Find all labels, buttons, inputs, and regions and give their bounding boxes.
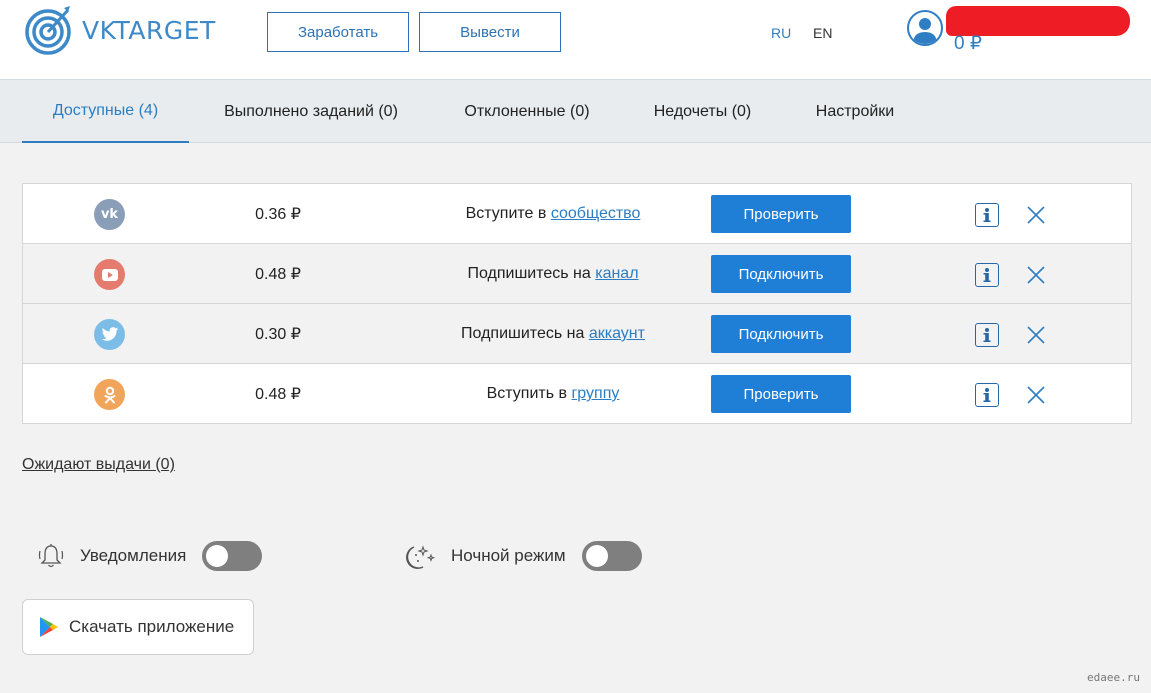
check-button[interactable]: Проверить	[711, 195, 851, 233]
tab-completed[interactable]: Выполнено заданий (0)	[205, 80, 417, 143]
header: VKTARGET Заработать Вывести RU EN 0 ₽	[0, 0, 1151, 80]
night-mode-label: Ночной режим	[451, 546, 566, 565]
tabs-bar: Доступные (4) Выполнено заданий (0) Откл…	[0, 80, 1151, 143]
lang-ru-link[interactable]: RU	[771, 25, 791, 41]
info-icon[interactable]	[975, 323, 999, 347]
notifications-toggle[interactable]	[202, 541, 263, 571]
info-icon[interactable]	[975, 263, 999, 287]
watermark: edaee.ru	[1087, 671, 1140, 684]
task-text: Подпишитесь на	[467, 265, 596, 282]
earn-button[interactable]: Заработать	[267, 12, 409, 52]
tab-settings[interactable]: Настройки	[798, 80, 912, 143]
task-link[interactable]: группу	[571, 385, 619, 403]
task-description: Подпишитесь на канал	[393, 244, 713, 304]
task-link[interactable]: канал	[595, 265, 638, 283]
task-text: Вступить в	[486, 385, 572, 402]
close-icon[interactable]	[1026, 385, 1046, 405]
task-row: 0.48 ₽ Подпишитесь на канал Подключить	[23, 244, 1131, 304]
notifications-setting: Уведомления	[36, 540, 263, 572]
close-icon[interactable]	[1026, 325, 1046, 345]
tab-defects[interactable]: Недочеты (0)	[637, 80, 768, 143]
youtube-icon	[94, 259, 125, 290]
task-link[interactable]: сообщество	[551, 205, 641, 223]
tab-rejected[interactable]: Отклоненные (0)	[447, 80, 607, 143]
task-text: Подпишитесь на	[461, 325, 589, 342]
download-app-label: Скачать приложение	[69, 617, 235, 636]
lang-en-link[interactable]: EN	[813, 25, 832, 41]
google-play-icon	[40, 617, 58, 637]
connect-button[interactable]: Подключить	[711, 315, 851, 353]
tasks-table: vk 0.36 ₽ Вступите в сообщество Проверит…	[22, 183, 1132, 424]
twitter-icon	[94, 319, 125, 350]
download-app-button[interactable]: Скачать приложение	[22, 599, 254, 655]
task-description: Вступить в группу	[393, 364, 713, 424]
close-icon[interactable]	[1026, 205, 1046, 225]
withdraw-button[interactable]: Вывести	[419, 12, 561, 52]
logo-text: VKTARGET	[82, 15, 216, 45]
balance-amount: 0 ₽	[954, 33, 982, 54]
connect-button[interactable]: Подключить	[711, 255, 851, 293]
task-price: 0.36 ₽	[255, 206, 301, 223]
task-row: 0.48 ₽ Вступить в группу Проверить	[23, 364, 1131, 424]
task-link[interactable]: аккаунт	[589, 325, 645, 343]
task-price: 0.48 ₽	[255, 266, 301, 283]
task-text: Вступите в	[465, 205, 551, 222]
night-mode-toggle[interactable]	[581, 541, 642, 571]
user-avatar-icon[interactable]	[907, 10, 943, 46]
close-icon[interactable]	[1026, 265, 1046, 285]
task-price: 0.30 ₽	[255, 326, 301, 343]
pending-payouts-link[interactable]: Ожидают выдачи (0)	[22, 456, 175, 474]
check-button[interactable]: Проверить	[711, 375, 851, 413]
vk-icon: vk	[94, 199, 125, 230]
bell-icon	[38, 544, 64, 568]
moon-stars-icon	[406, 545, 436, 569]
task-description: Вступите в сообщество	[393, 184, 713, 244]
tab-available[interactable]: Доступные (4)	[22, 80, 189, 143]
task-row: 0.30 ₽ Подпишитесь на аккаунт Подключить	[23, 304, 1131, 364]
notifications-label: Уведомления	[80, 546, 187, 565]
odnoklassniki-icon	[94, 379, 125, 410]
night-mode-setting: Ночной режим	[405, 540, 642, 572]
info-icon[interactable]	[975, 203, 999, 227]
target-logo-icon	[25, 6, 71, 55]
info-icon[interactable]	[975, 383, 999, 407]
task-row: vk 0.36 ₽ Вступите в сообщество Проверит…	[23, 184, 1131, 244]
logo[interactable]: VKTARGET	[24, 4, 216, 56]
task-price: 0.48 ₽	[255, 386, 301, 403]
task-description: Подпишитесь на аккаунт	[393, 304, 713, 364]
